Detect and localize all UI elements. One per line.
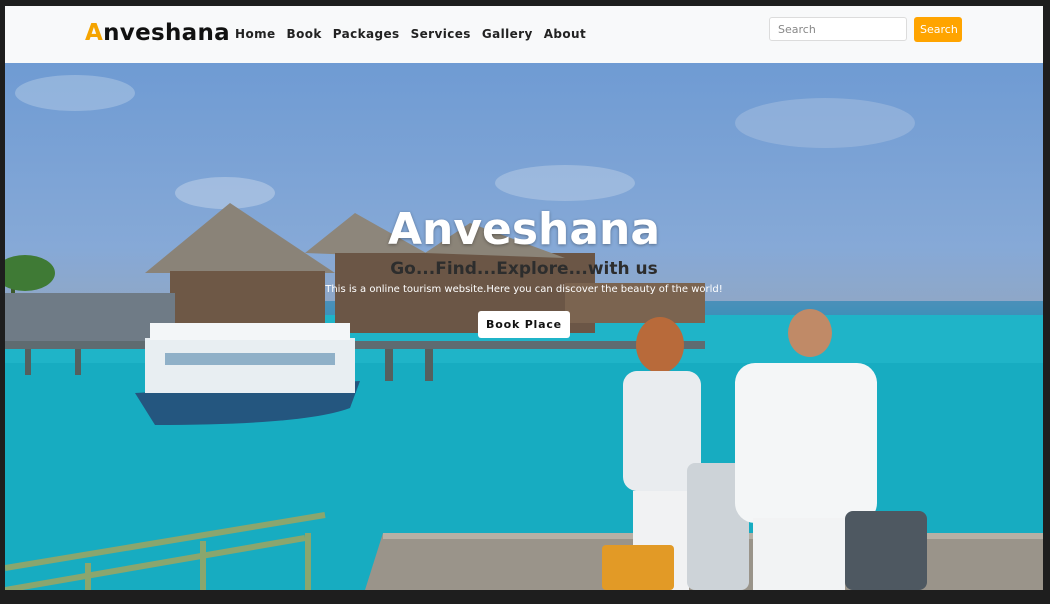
hero-description: This is a online tourism website.Here yo… [325, 284, 723, 295]
browser-viewport: Anveshana Home Book Packages Services Ga… [5, 6, 1043, 590]
nav-link-book[interactable]: Book [287, 27, 322, 41]
search-input[interactable] [769, 17, 907, 41]
brand-logo[interactable]: Anveshana [85, 20, 230, 46]
book-place-button[interactable]: Book Place [478, 311, 570, 338]
search-button[interactable]: Search [914, 17, 962, 42]
brand-name-rest: nveshana [103, 20, 230, 46]
hero-subtitle: Go...Find...Explore...with us [390, 259, 658, 279]
navbar: Anveshana Home Book Packages Services Ga… [5, 6, 1043, 64]
nav-link-packages[interactable]: Packages [333, 27, 400, 41]
hero-content: Anveshana Go...Find...Explore...with us … [5, 203, 1043, 338]
nav-link-services[interactable]: Services [411, 27, 471, 41]
nav-link-about[interactable]: About [544, 27, 586, 41]
main-nav: Home Book Packages Services Gallery Abou… [235, 27, 586, 41]
hero-title: Anveshana [387, 204, 661, 255]
nav-link-gallery[interactable]: Gallery [482, 27, 533, 41]
nav-link-home[interactable]: Home [235, 27, 276, 41]
hero-banner: Anveshana Go...Find...Explore...with us … [5, 63, 1043, 590]
brand-accent-letter: A [85, 20, 104, 46]
